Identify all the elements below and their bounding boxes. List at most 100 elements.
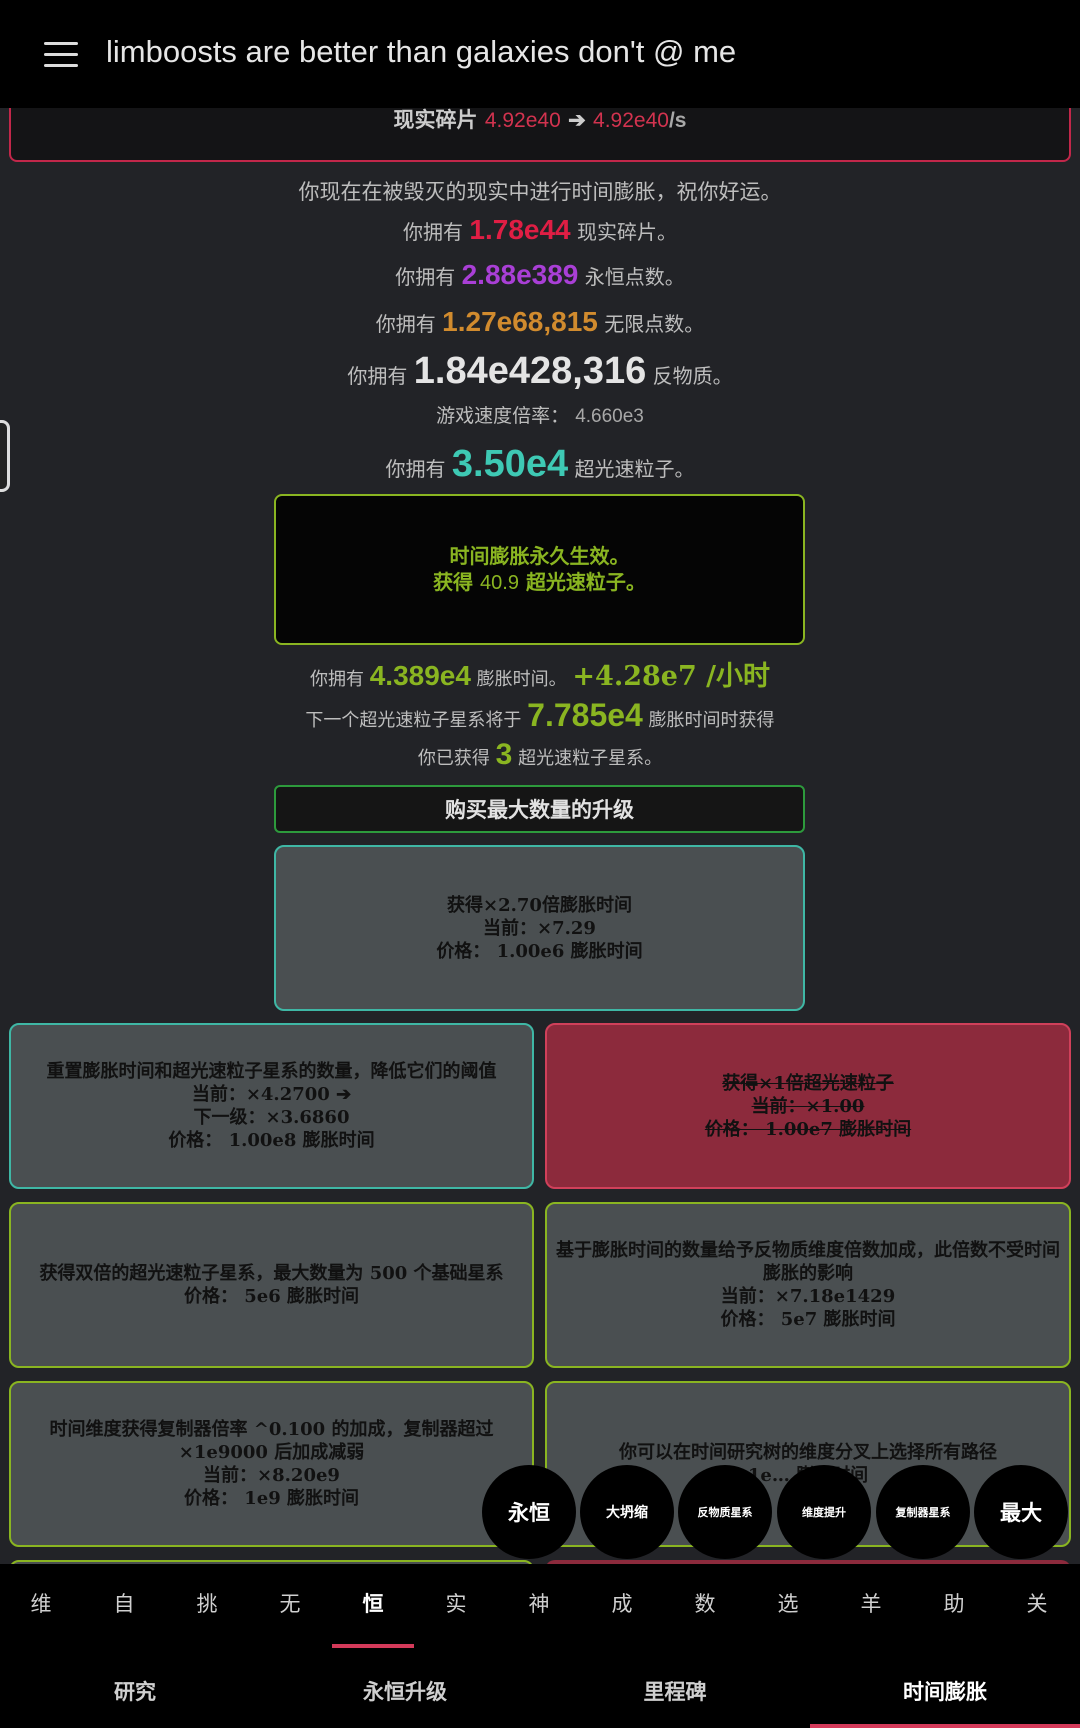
tab-dimensions[interactable]: 维 bbox=[11, 1588, 71, 1618]
galaxies-suffix: 超光速粒子星系。 bbox=[518, 748, 663, 769]
upgrade-description: 你可以在时间研究树的维度分叉上选择所有路径 bbox=[619, 1442, 997, 1463]
you-have-label: 你拥有 bbox=[395, 265, 456, 289]
next-galaxy-threshold: 7.785e4 bbox=[527, 697, 643, 733]
arrow-icon: ➔ bbox=[568, 107, 586, 132]
upgrade-tachyon-mult[interactable]: 获得×1倍超光速粒子 当前：×1.00 价格： 1.00e7 膨胀时间 bbox=[545, 1023, 1071, 1189]
tab-celestials[interactable]: 神 bbox=[509, 1588, 569, 1618]
next-prefix: 下一个超光速粒子星系将于 bbox=[305, 710, 522, 731]
you-have-label: 你拥有 bbox=[385, 457, 446, 481]
upgrade-description: 重置膨胀时间和超光速粒子星系的数量，降低它们的阈值 bbox=[46, 1061, 497, 1082]
active-subtab-indicator bbox=[810, 1724, 1080, 1728]
infinity-points-unit: 无限点数。 bbox=[604, 312, 705, 336]
infinity-points-value: 1.27e68,815 bbox=[442, 306, 598, 337]
upgrade-description: 获得×1倍超光速粒子 bbox=[722, 1072, 894, 1094]
antimatter-galaxy-shortcut-button[interactable]: 反物质星系 bbox=[678, 1465, 772, 1559]
dilation-gain: 获得 40.9 超光速粒子。 bbox=[433, 569, 646, 596]
tab-options[interactable]: 选 bbox=[758, 1588, 818, 1618]
reality-amount: 4.92e40 bbox=[484, 109, 561, 132]
tab-automation[interactable]: 自 bbox=[94, 1588, 154, 1618]
upgrade-description: 基于膨胀时间的数量给予反物质维度倍数加成，此倍数不受时间膨胀的影响 bbox=[556, 1240, 1060, 1284]
upgrade-antimatter-boost[interactable]: 基于膨胀时间的数量给予反物质维度倍数加成，此倍数不受时间膨胀的影响 当前：×7.… bbox=[545, 1202, 1071, 1368]
upgrade-cost: 价格： 1.00e6 膨胀时间 bbox=[436, 940, 643, 962]
game-speed-label: 游戏速度倍率： bbox=[436, 405, 570, 427]
buy-max-upgrades-button[interactable]: 购买最大数量的升级 bbox=[274, 785, 805, 833]
upgrade-current: 当前：×4.2700 ➔ bbox=[191, 1084, 352, 1105]
eternity-shortcut-button[interactable]: 永恒 bbox=[482, 1465, 576, 1559]
next-galaxy-line: 下一个超光速粒子星系将于 7.785e4 膨胀时间时获得 bbox=[0, 697, 1080, 734]
big-crunch-shortcut-button[interactable]: 大坍缩 bbox=[580, 1465, 674, 1559]
upgrade-description: 获得×2.70倍膨胀时间 bbox=[447, 894, 632, 916]
upgrade-dilated-time-mult[interactable]: 获得×2.70倍膨胀时间 当前：×7.29 价格： 1.00e6 膨胀时间 bbox=[274, 845, 805, 1011]
news-ticker: limboosts are better than galaxies don't… bbox=[106, 34, 737, 69]
antimatter-line: 你拥有 1.84e428,316 反物质。 bbox=[0, 350, 1080, 393]
antimatter-unit: 反物质。 bbox=[652, 364, 733, 388]
reality-shards-value: 1.78e44 bbox=[469, 214, 571, 245]
dilated-time-line: 你拥有 4.389e4 膨胀时间。 +4.28e7 /小时 bbox=[0, 654, 1080, 693]
next-suffix: 膨胀时间时获得 bbox=[648, 710, 775, 731]
tachyon-galaxies-line: 你已获得 3 超光速粒子星系。 bbox=[0, 738, 1080, 772]
dilated-unit: 膨胀时间。 bbox=[476, 669, 567, 690]
dilation-status: 时间膨胀永久生效。 bbox=[449, 544, 630, 568]
tab-reality[interactable]: 实 bbox=[426, 1588, 486, 1618]
tab-statistics[interactable]: 数 bbox=[675, 1588, 735, 1618]
menu-icon[interactable] bbox=[44, 42, 78, 68]
max-all-shortcut-button[interactable]: 最大 bbox=[974, 1465, 1068, 1559]
you-have-label: 你拥有 bbox=[347, 364, 408, 388]
you-have-label: 你拥有 bbox=[375, 312, 436, 336]
tab-eternity[interactable]: 恒 bbox=[343, 1588, 403, 1618]
eternity-points-unit: 永恒点数。 bbox=[584, 265, 685, 289]
upgrade-cost: 价格： 1.00e8 膨胀时间 bbox=[168, 1130, 375, 1151]
top-header: limboosts are better than galaxies don't… bbox=[0, 0, 1080, 108]
doomed-warning: 你现在在被毁灭的现实中进行时间膨胀，祝你好运。 bbox=[298, 180, 782, 204]
gain-prefix: 获得 bbox=[433, 570, 474, 594]
upgrade-cost: 价格： 1.00e7 膨胀时间 bbox=[704, 1118, 912, 1140]
dilated-prefix: 你拥有 bbox=[309, 669, 364, 690]
upgrade-current: 当前：×8.20e9 bbox=[203, 1465, 340, 1486]
upgrade-replicanti-boost[interactable]: 时间维度获得复制器倍率 ^0.100 的加成，复制器超过 ×1e9000 后加成… bbox=[9, 1381, 534, 1547]
tab-shop[interactable]: 羊 bbox=[841, 1588, 901, 1618]
upgrade-current: 当前：×7.18e1429 bbox=[720, 1286, 896, 1307]
antimatter-value: 1.84e428,316 bbox=[413, 350, 647, 392]
subtab-time-studies[interactable]: 研究 bbox=[0, 1676, 270, 1706]
gain-value: 40.9 bbox=[480, 572, 519, 594]
infinity-points-line: 你拥有 1.27e68,815 无限点数。 bbox=[0, 306, 1080, 338]
upgrade-cost: 价格： 5e7 膨胀时间 bbox=[720, 1309, 896, 1330]
subtab-milestones[interactable]: 里程碑 bbox=[540, 1676, 810, 1706]
gain-suffix: 超光速粒子。 bbox=[525, 570, 646, 594]
subtab-bar: 研究 永恒升级 里程碑 时间膨胀 bbox=[0, 1648, 1080, 1728]
reality-rate: 4.92e40 bbox=[593, 109, 669, 132]
tab-about[interactable]: 关 bbox=[1007, 1588, 1067, 1618]
upgrade-cost: 价格： 1e9 膨胀时间 bbox=[183, 1488, 360, 1509]
upgrade-current: 当前：×7.29 bbox=[483, 917, 596, 939]
dimboost-shortcut-button[interactable]: 维度提升 bbox=[777, 1465, 871, 1559]
reality-shards-line: 你拥有 1.78e44 现实碎片。 bbox=[0, 214, 1080, 246]
dilated-time-rate: +4.28e7 /小时 bbox=[572, 661, 771, 692]
dilation-button[interactable]: 时间膨胀永久生效。 获得 40.9 超光速粒子。 bbox=[274, 494, 805, 645]
game-speed-line: 游戏速度倍率： 4.660e3 bbox=[0, 401, 1080, 428]
upgrade-galaxy-threshold[interactable]: 重置膨胀时间和超光速粒子星系的数量，降低它们的阈值 当前：×4.2700 ➔ 下… bbox=[9, 1023, 534, 1189]
galaxies-prefix: 你已获得 bbox=[417, 748, 490, 769]
tachyon-galaxies-count: 3 bbox=[495, 738, 513, 771]
tab-help[interactable]: 助 bbox=[924, 1588, 984, 1618]
subtab-eternity-upgrades[interactable]: 永恒升级 bbox=[270, 1676, 540, 1706]
replicanti-galaxy-shortcut-button[interactable]: 复制器星系 bbox=[876, 1465, 970, 1559]
tab-infinity[interactable]: 无 bbox=[260, 1588, 320, 1618]
tab-achievements[interactable]: 成 bbox=[592, 1588, 652, 1618]
side-drawer-handle[interactable] bbox=[0, 420, 10, 492]
main-tab-bar: 维 自 挑 无 恒 实 神 成 数 选 羊 助 关 bbox=[0, 1564, 1080, 1648]
upgrade-next: 下一级：×3.6860 bbox=[193, 1107, 350, 1128]
upgrade-double-galaxies[interactable]: 获得双倍的超光速粒子星系，最大数量为 500 个基础星系 价格： 5e6 膨胀时… bbox=[9, 1202, 534, 1368]
upgrade-description: 时间维度获得复制器倍率 ^0.100 的加成，复制器超过 ×1e9000 后加成… bbox=[49, 1419, 494, 1463]
eternity-points-line: 你拥有 2.88e389 永恒点数。 bbox=[0, 259, 1080, 291]
eternity-points-value: 2.88e389 bbox=[461, 259, 579, 290]
you-have-label: 你拥有 bbox=[403, 220, 464, 244]
tab-challenges[interactable]: 挑 bbox=[177, 1588, 237, 1618]
tachyon-unit: 超光速粒子。 bbox=[574, 457, 695, 481]
subtab-time-dilation[interactable]: 时间膨胀 bbox=[810, 1676, 1080, 1706]
rate-unit: /s bbox=[668, 109, 687, 132]
upgrade-current: 当前：×1.00 bbox=[751, 1095, 865, 1117]
reality-label: 现实碎片 bbox=[393, 107, 478, 132]
tachyon-value: 3.50e4 bbox=[451, 443, 569, 485]
tachyon-line: 你拥有 3.50e4 超光速粒子。 bbox=[0, 443, 1080, 486]
dilated-time-value: 4.389e4 bbox=[369, 660, 471, 691]
